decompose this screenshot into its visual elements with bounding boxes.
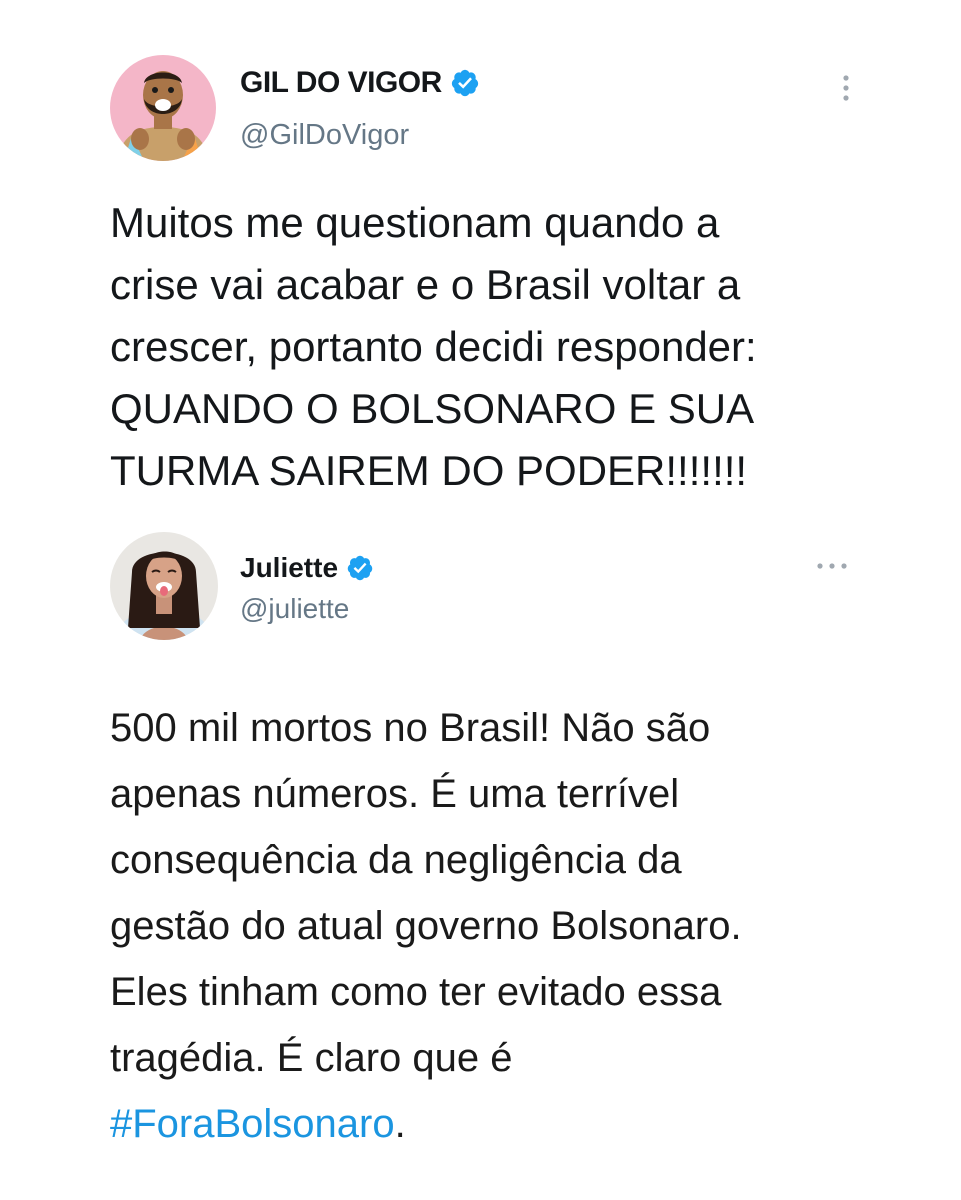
avatar-image xyxy=(110,532,218,640)
handle[interactable]: @juliette xyxy=(240,593,349,625)
tweet-text: Muitos me questionam quando a crise vai … xyxy=(110,199,757,494)
tweet-text-end: . xyxy=(394,1102,406,1146)
more-vertical-icon[interactable] xyxy=(833,72,859,104)
tweet-text-body: 500 mil mortos no Brasil! Não são apenas… xyxy=(110,706,742,1080)
more-horizontal-icon[interactable] xyxy=(812,556,852,576)
tweet-text: 500 mil mortos no Brasil! Não são apenas… xyxy=(110,695,890,1157)
hashtag-link[interactable]: #ForaBolsonaro xyxy=(110,1102,395,1146)
handle[interactable]: @GilDoVigor xyxy=(240,119,409,152)
avatar[interactable] xyxy=(110,55,216,161)
avatar[interactable] xyxy=(110,532,218,640)
display-name[interactable]: GIL DO VIGOR xyxy=(240,66,442,100)
name-row: Juliette xyxy=(240,552,374,584)
tweet-juliette: Juliette @juliette 500 mil mortos no Bra… xyxy=(0,520,961,1200)
verified-badge-icon xyxy=(346,554,374,582)
verified-badge-icon xyxy=(450,68,480,98)
display-name[interactable]: Juliette xyxy=(240,552,338,584)
name-row: GIL DO VIGOR xyxy=(240,66,480,100)
avatar-image xyxy=(110,55,216,161)
tweet-gil-do-vigor: GIL DO VIGOR @GilDoVigor Muitos me quest… xyxy=(0,0,961,520)
